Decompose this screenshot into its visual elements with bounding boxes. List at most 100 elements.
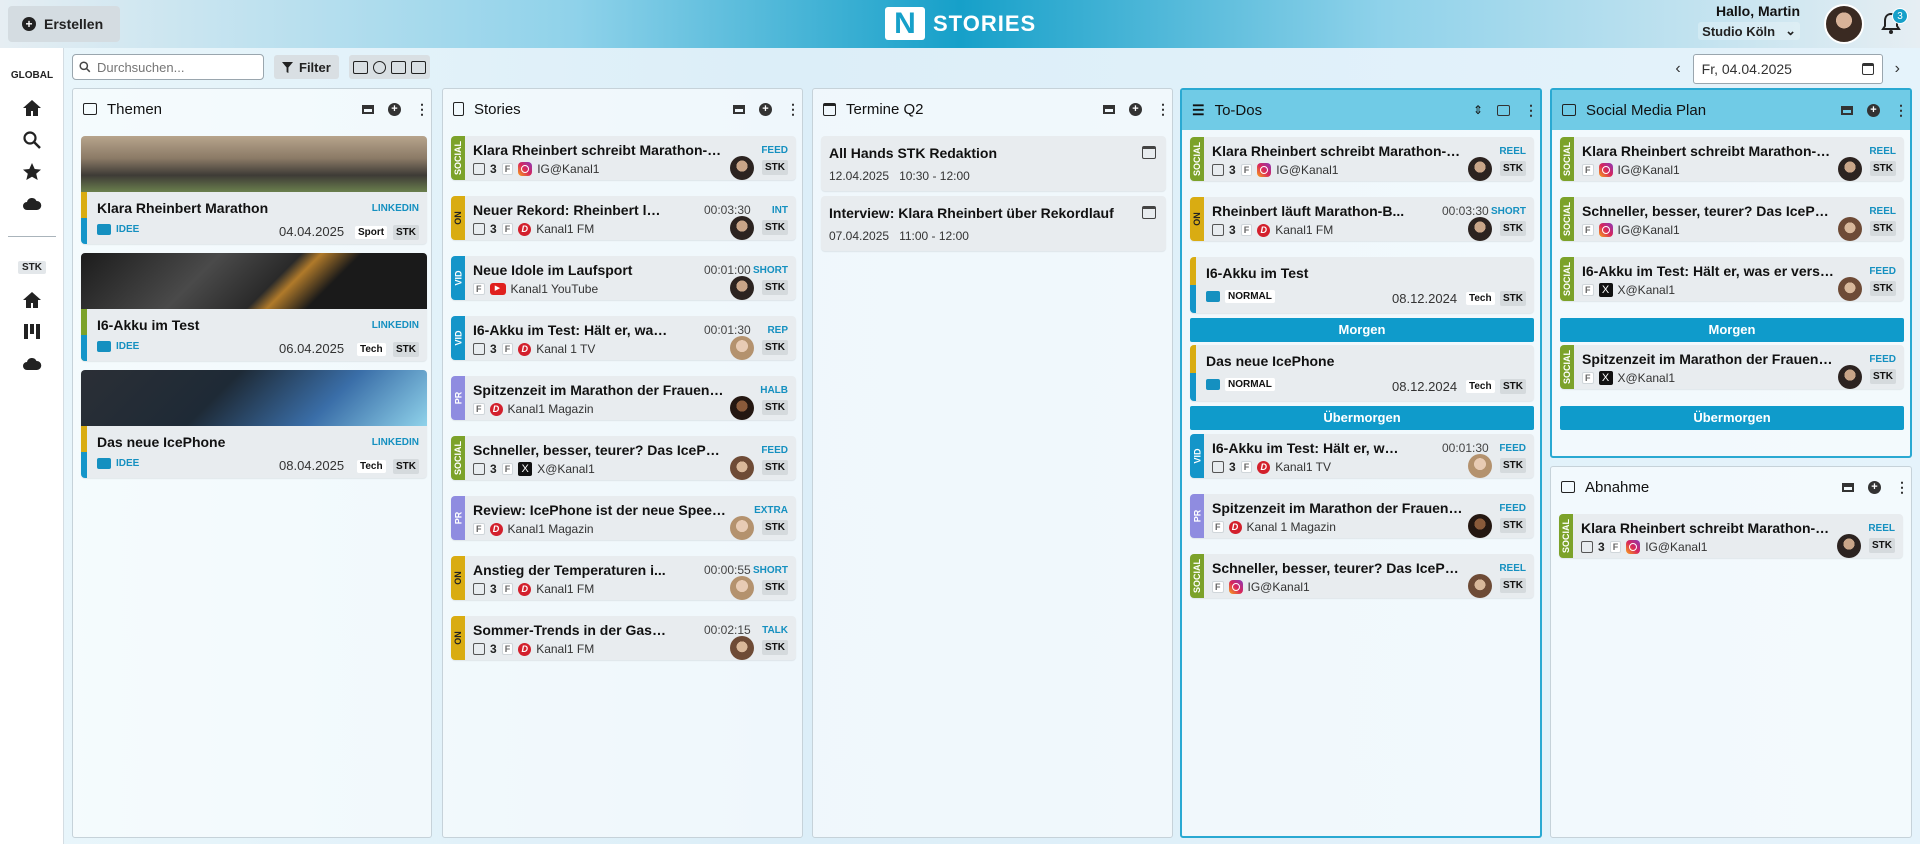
story-card[interactable]: VID Neue Idole im Laufsport 00:01:00 SHORT F… bbox=[451, 256, 796, 300]
story-format-tag: FEED bbox=[761, 445, 788, 456]
more-icon[interactable]: ⋮ bbox=[1895, 479, 1909, 496]
kanban-icon[interactable] bbox=[22, 322, 42, 342]
story-card[interactable]: PR Review: IcePhone ist der neue Speed...… bbox=[451, 496, 796, 540]
more-icon[interactable]: ⋮ bbox=[1894, 102, 1908, 119]
more-icon[interactable]: ⋮ bbox=[415, 101, 429, 118]
status-label: IDEE bbox=[116, 458, 140, 469]
story-card[interactable]: ON Neuer Rekord: Rheinbert läuft... 00:03:… bbox=[451, 196, 796, 240]
minimize-icon[interactable] bbox=[1103, 104, 1115, 114]
view-list-icon[interactable] bbox=[410, 60, 426, 74]
theme-card[interactable]: Klara Rheinbert Marathon LINKEDIN IDEE 0… bbox=[81, 136, 427, 244]
channel-name: Kanal1 FM bbox=[536, 642, 595, 656]
story-card[interactable]: SOCIAL Schneller, besser, teurer? Das Ice… bbox=[1190, 554, 1534, 598]
assignee-avatar[interactable] bbox=[1468, 574, 1492, 598]
assignee-avatar[interactable] bbox=[730, 276, 754, 300]
story-card[interactable]: PR Spitzenzeit im Marathon der Frauen: K.… bbox=[1190, 494, 1534, 538]
story-card[interactable]: ON Anstieg der Temperaturen i... 00:00:55 S… bbox=[451, 556, 796, 600]
theme-card[interactable]: I6-Akku im Test LINKEDIN IDEE 06.04.2025… bbox=[81, 253, 427, 361]
more-icon[interactable]: ⋮ bbox=[1156, 101, 1170, 118]
chevron-right-icon[interactable]: › bbox=[1895, 60, 1900, 78]
filter-button[interactable]: Filter bbox=[274, 55, 339, 79]
add-icon[interactable]: + bbox=[1129, 102, 1142, 116]
assignee-avatar[interactable] bbox=[1468, 157, 1492, 181]
assignee-avatar[interactable] bbox=[1468, 454, 1492, 478]
assignee-avatar[interactable] bbox=[730, 336, 754, 360]
story-format-tag: SHORT bbox=[1491, 206, 1526, 217]
minimize-icon[interactable] bbox=[1842, 482, 1854, 492]
minimize-icon[interactable] bbox=[733, 104, 745, 114]
minimize-icon[interactable] bbox=[1841, 105, 1853, 115]
date-input[interactable]: Fr, 04.04.2025 bbox=[1692, 54, 1883, 84]
notification-button[interactable]: 3 bbox=[1880, 8, 1908, 36]
story-card[interactable]: ON Sommer-Trends in der Gastro... 00:02:15… bbox=[451, 616, 796, 660]
story-card[interactable]: SOCIAL Schneller, besser, teurer? Das Ice… bbox=[1560, 197, 1904, 241]
view-cards-icon[interactable] bbox=[352, 60, 368, 74]
story-card[interactable]: SOCIAL Spitzenzeit im Marathon der Frauen… bbox=[1560, 345, 1904, 389]
assignee-avatar[interactable] bbox=[730, 456, 754, 480]
story-card[interactable]: SOCIAL Klara Rheinbert schreibt Marathon-… bbox=[1190, 137, 1534, 181]
story-format-tag: REEL bbox=[1499, 146, 1526, 157]
stk-home-icon[interactable] bbox=[22, 290, 42, 310]
view-screen-icon[interactable] bbox=[390, 60, 406, 74]
assignee-avatar[interactable] bbox=[1837, 534, 1861, 558]
story-card[interactable]: SOCIAL Klara Rheinbert schreibt Marathon-… bbox=[1560, 137, 1904, 181]
story-card[interactable]: SOCIAL Schneller, besser, teurer? Das Ice… bbox=[451, 436, 796, 480]
assignee-avatar[interactable] bbox=[730, 516, 754, 540]
team-badge: STK bbox=[1870, 161, 1896, 176]
print-icon[interactable] bbox=[1497, 104, 1510, 116]
minimize-icon[interactable] bbox=[362, 104, 374, 114]
search-input[interactable] bbox=[97, 59, 247, 75]
todo-theme-card[interactable]: I6-Akku im Test NORMAL 08.12.2024 Tech STK bbox=[1190, 257, 1534, 313]
add-icon[interactable]: + bbox=[1867, 103, 1880, 117]
story-card[interactable]: SOCIAL I6-Akku im Test: Hält er, was er v… bbox=[1560, 257, 1904, 301]
team-badge: STK bbox=[1500, 518, 1526, 533]
user-avatar[interactable] bbox=[1824, 4, 1864, 44]
story-card[interactable]: PR Spitzenzeit im Marathon der Frauen: K.… bbox=[451, 376, 796, 420]
todo-theme-card[interactable]: Das neue IcePhone NORMAL 08.12.2024 Tech STK bbox=[1190, 345, 1534, 401]
add-icon[interactable]: + bbox=[388, 102, 401, 116]
story-card[interactable]: SOCIAL Klara Rheinbert schreibt Marathon-… bbox=[1559, 514, 1903, 558]
chevron-left-icon[interactable]: ‹ bbox=[1675, 60, 1680, 78]
appointment-card[interactable]: All Hands STK Redaktion 12.04.2025 10:30… bbox=[821, 136, 1166, 191]
idea-icon bbox=[97, 458, 111, 469]
assignee-avatar[interactable] bbox=[730, 216, 754, 240]
add-icon[interactable]: + bbox=[1868, 480, 1881, 494]
more-icon[interactable]: ⋮ bbox=[1524, 102, 1538, 119]
story-card[interactable]: VID I6-Akku im Test: Hält er, was... 00:01… bbox=[1190, 434, 1534, 478]
story-card[interactable]: VID I6-Akku im Test: Hält er, was er... 00… bbox=[451, 316, 796, 360]
studio-select[interactable]: Studio Köln ⌄ bbox=[1698, 22, 1800, 40]
assignee-avatar[interactable] bbox=[1838, 277, 1862, 301]
add-icon[interactable]: + bbox=[759, 102, 772, 116]
star-icon[interactable] bbox=[22, 162, 42, 182]
assignee-avatar[interactable] bbox=[1838, 365, 1862, 389]
idea-icon bbox=[97, 341, 111, 352]
assignee-avatar[interactable] bbox=[1468, 217, 1492, 241]
theme-card[interactable]: Das neue IcePhone LINKEDIN IDEE 08.04.20… bbox=[81, 370, 427, 478]
story-card[interactable]: ON Rheinbert läuft Marathon-B... 00:03:30 S… bbox=[1190, 197, 1534, 241]
assignee-avatar[interactable] bbox=[730, 576, 754, 600]
search-box[interactable] bbox=[72, 54, 264, 80]
toolbar: Filter bbox=[72, 54, 430, 80]
create-button[interactable]: + Erstellen bbox=[8, 6, 120, 42]
story-card[interactable]: SOCIAL Klara Rheinbert schreibt Marathon-… bbox=[451, 136, 796, 180]
theme-tag: LINKEDIN bbox=[371, 320, 419, 331]
appointment-card[interactable]: Interview: Klara Rheinbert über Rekordla… bbox=[821, 196, 1166, 251]
column-header-termine: Termine Q2 + ⋮ bbox=[813, 89, 1172, 129]
assignee-avatar[interactable] bbox=[1468, 514, 1492, 538]
assignee-avatar[interactable] bbox=[730, 636, 754, 660]
assignee-avatar[interactable] bbox=[730, 156, 754, 180]
radio-icon: D bbox=[489, 522, 503, 536]
view-smiley-icon[interactable] bbox=[372, 60, 386, 74]
stk-cloud-icon[interactable] bbox=[22, 354, 42, 374]
column-header-stories: Stories + ⋮ bbox=[443, 89, 802, 129]
instagram-icon bbox=[1598, 163, 1613, 177]
assignee-avatar[interactable] bbox=[1838, 157, 1862, 181]
more-icon[interactable]: ⋮ bbox=[786, 101, 800, 118]
home-icon[interactable] bbox=[22, 98, 42, 118]
assignee-avatar[interactable] bbox=[730, 396, 754, 420]
assignee-avatar[interactable] bbox=[1838, 217, 1862, 241]
sidebar-divider bbox=[8, 236, 56, 237]
collapse-icon[interactable]: ⇕ bbox=[1473, 103, 1483, 117]
search-icon[interactable] bbox=[22, 130, 42, 150]
cloud-icon[interactable] bbox=[22, 194, 42, 214]
